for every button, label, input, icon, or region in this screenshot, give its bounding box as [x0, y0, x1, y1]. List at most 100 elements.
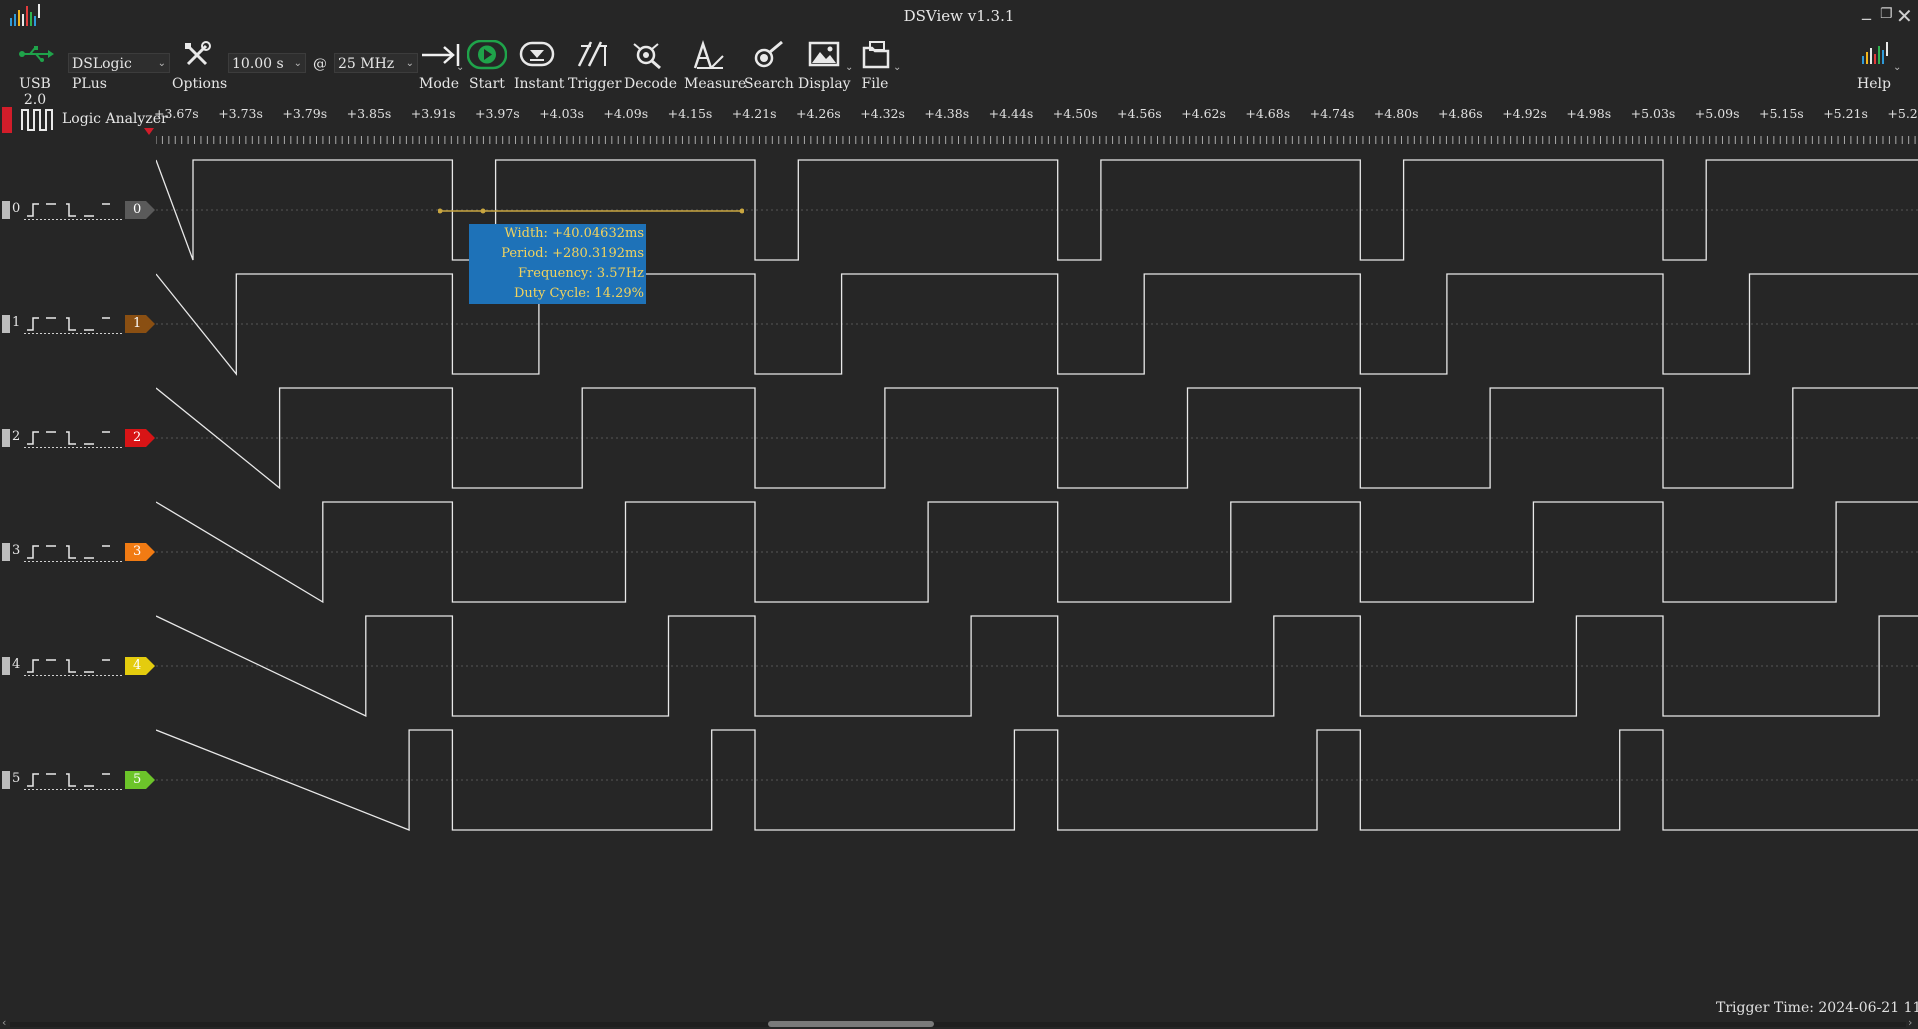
instant-label[interactable]: Instant [514, 76, 564, 92]
chevron-down-icon: ⌄ [293, 58, 302, 69]
channel-select-handle[interactable] [2, 201, 10, 219]
trigger-type-icons[interactable] [24, 314, 124, 334]
duration-select[interactable]: 10.00 s ⌄ [228, 53, 306, 73]
channel-select-handle[interactable] [2, 771, 10, 789]
measure-cursor-start [438, 208, 443, 214]
channel-select-handle[interactable] [2, 315, 10, 333]
start-play-icon[interactable] [467, 40, 507, 70]
ruler-tick-label: +4.86s [1438, 106, 1483, 121]
trigger-type-icons[interactable] [24, 656, 124, 676]
channel-header[interactable]: 55 [0, 770, 156, 790]
display-image-icon[interactable] [808, 40, 840, 70]
ruler-tick-label: +4.50s [1052, 106, 1098, 121]
horizontal-scrollbar[interactable] [10, 1022, 1906, 1027]
channel-header[interactable]: 11 [0, 314, 156, 334]
start-label[interactable]: Start [465, 76, 509, 92]
help-logo-icon[interactable] [1860, 40, 1894, 68]
trigger-label[interactable]: Trigger [568, 76, 621, 92]
decode-label[interactable]: Decode [624, 76, 677, 92]
trigger-type-icons[interactable] [24, 428, 124, 448]
display-dropdown-chevron-icon[interactable]: ⌄ [845, 62, 853, 73]
scroll-left-chevron-icon[interactable]: ‹ [2, 1016, 6, 1029]
ruler-tick-label: +4.92s [1502, 106, 1547, 121]
ruler-tick-label: +3.79s [282, 106, 328, 121]
channel-index: 2 [12, 429, 21, 444]
channel-index: 1 [12, 315, 21, 330]
trigger-type-icons[interactable] [24, 770, 124, 790]
ruler-tick-label: +4.74s [1309, 106, 1355, 121]
search-icon[interactable] [752, 40, 784, 70]
options-label[interactable]: Options [172, 76, 227, 92]
ruler-tick-label: +4.56s [1117, 106, 1162, 121]
device-select[interactable]: DSLogic PLus ⌄ [68, 53, 170, 92]
channel-select-handle[interactable] [2, 657, 10, 675]
instant-icon[interactable] [519, 40, 555, 70]
ruler-tick-label: +4.09s [603, 106, 649, 121]
channel-header[interactable]: 00 [0, 200, 156, 220]
trigger-type-icons[interactable] [24, 200, 124, 220]
ruler-tick-label: +3.73s [218, 106, 263, 121]
ruler-tick-label: +4.80s [1373, 106, 1419, 121]
ruler-tick-label: +5.21s [1823, 106, 1868, 121]
waveform-area[interactable] [156, 150, 1918, 850]
mode-label[interactable]: Mode [418, 76, 460, 92]
channel-color-tag[interactable]: 4 [125, 657, 155, 675]
close-button[interactable]: ✕ [1896, 4, 1913, 28]
trigger-time-status: Trigger Time: 2024-06-21 11:31:05 [1716, 1000, 1918, 1016]
file-dropdown-chevron-icon[interactable]: ⌄ [893, 62, 901, 73]
trigger-icon[interactable] [577, 40, 609, 68]
measure-frequency: Frequency: 3.57Hz [518, 266, 644, 281]
group-color-bar[interactable] [2, 107, 12, 133]
measure-label[interactable]: Measure [684, 76, 746, 92]
minimize-button[interactable]: _ [1862, 0, 1871, 21]
channel-index: 3 [12, 543, 21, 558]
time-ruler-ticks [156, 136, 1916, 144]
restore-button[interactable]: ❐ [1880, 6, 1893, 22]
horizontal-scrollbar-thumb[interactable] [768, 1021, 934, 1027]
display-label[interactable]: Display [798, 76, 851, 92]
measurement-popup: Width: +40.04632ms Period: +280.3192ms F… [469, 224, 646, 304]
channel-header[interactable]: 44 [0, 656, 156, 676]
trigger-marker-icon [144, 128, 154, 135]
file-folder-icon[interactable] [862, 40, 892, 70]
scroll-right-chevron-icon[interactable]: › [1908, 1016, 1912, 1029]
at-label: @ [313, 56, 327, 72]
ruler-tick-label: +4.68s [1245, 106, 1291, 121]
channel-header[interactable]: 33 [0, 542, 156, 562]
search-label[interactable]: Search [744, 76, 794, 92]
logic-waveform-icon [20, 108, 56, 132]
ruler-tick-label: +5.27s [1887, 106, 1918, 121]
ruler-tick-label: +4.32s [860, 106, 905, 121]
ruler-tick-label: +4.15s [667, 106, 713, 121]
samplerate-select-value: 25 MHz [338, 56, 395, 72]
channel-color-tag[interactable]: 2 [125, 429, 155, 447]
channel-color-tag[interactable]: 5 [125, 771, 155, 789]
channel-select-handle[interactable] [2, 543, 10, 561]
measure-cursor-line[interactable] [438, 205, 744, 217]
channel-select-handle[interactable] [2, 429, 10, 447]
measure-cursor-end [739, 208, 744, 214]
channel-color-tag[interactable]: 0 [125, 201, 155, 219]
ruler-tick-label: +5.15s [1759, 106, 1804, 121]
decode-icon[interactable] [632, 40, 664, 70]
ruler-tick-label: +4.21s [731, 106, 777, 121]
ruler-tick-label: +3.85s [346, 106, 392, 121]
options-wrench-icon[interactable] [182, 40, 212, 70]
ruler-tick-label: +4.26s [796, 106, 841, 121]
channel-color-tag[interactable]: 1 [125, 315, 155, 333]
measure-icon[interactable] [693, 40, 725, 70]
ruler-tick-label: +4.98s [1566, 106, 1612, 121]
samplerate-select[interactable]: 25 MHz ⌄ [334, 53, 418, 73]
measure-width: Width: +40.04632ms [504, 226, 644, 241]
mode-dropdown-chevron-icon[interactable]: ⌄ [456, 62, 464, 73]
help-dropdown-chevron-icon[interactable]: ⌄ [1893, 62, 1901, 73]
channel-color-tag[interactable]: 3 [125, 543, 155, 561]
file-label[interactable]: File [858, 76, 892, 92]
channel-header[interactable]: 22 [0, 428, 156, 448]
ruler-tick-label: +5.03s [1630, 106, 1676, 121]
duration-select-value: 10.00 s [232, 56, 284, 72]
ruler-tick-label: +4.62s [1181, 106, 1226, 121]
trigger-type-icons[interactable] [24, 542, 124, 562]
channel-index: 0 [12, 201, 21, 216]
help-label[interactable]: Help [1856, 76, 1892, 92]
